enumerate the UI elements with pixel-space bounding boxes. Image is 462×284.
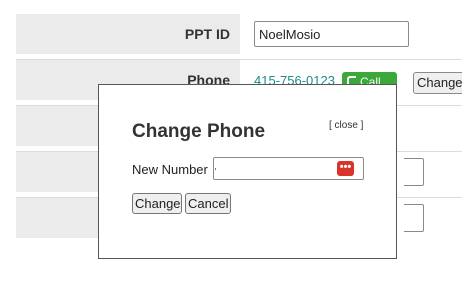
change-phone-dialog: Change Phone [ close ] New Number ••• Ch… — [98, 84, 397, 259]
text-input[interactable] — [404, 204, 424, 232]
row-ppt-id: PPT ID — [16, 14, 462, 60]
change-phone-button[interactable]: Change — [413, 72, 462, 94]
dialog-title: Change Phone — [132, 121, 266, 142]
dialog-cancel-button[interactable]: Cancel — [185, 193, 231, 214]
dialog-change-button[interactable]: Change — [132, 193, 182, 214]
text-caret — [215, 168, 216, 170]
new-number-label: New Number — [132, 162, 208, 177]
text-input[interactable] — [404, 158, 424, 186]
ppt-id-label: PPT ID — [16, 14, 240, 54]
password-manager-icon[interactable]: ••• — [337, 161, 354, 176]
close-link[interactable]: [ close ] — [329, 120, 363, 131]
ppt-id-input[interactable] — [254, 21, 409, 47]
